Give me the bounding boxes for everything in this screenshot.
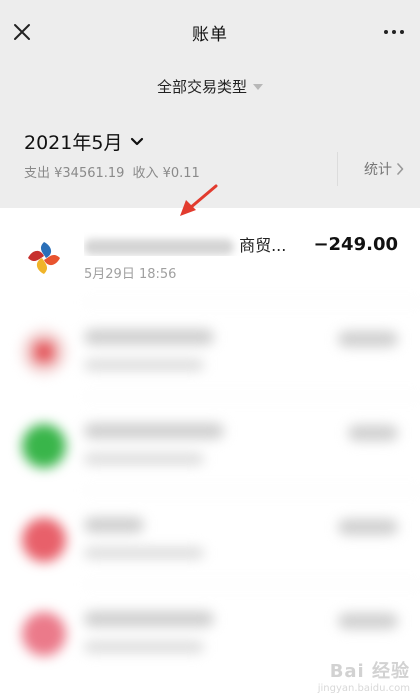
month-selector[interactable]: 2021年5月 <box>24 128 144 155</box>
expense-total: 支出 ¥34561.19 <box>24 166 125 181</box>
transaction-datetime: 5月29日 18:56 <box>84 267 177 282</box>
transaction-amount <box>348 422 398 443</box>
transaction-list: 商贸... 5月29日 18:56 −249.00 <box>0 208 420 700</box>
transaction-merchant <box>84 420 294 439</box>
transaction-row[interactable] <box>0 396 420 490</box>
month-summary: 支出 ¥34561.19 收入 ¥0.11 <box>24 162 200 181</box>
transaction-row[interactable] <box>0 490 420 584</box>
bill-page: 账单 全部交易类型 2021年5月 支出 ¥34561.19 收入 ¥0.11 … <box>0 0 420 700</box>
income-total: 收入 ¥0.11 <box>132 166 200 181</box>
transaction-datetime <box>84 451 204 466</box>
transaction-datetime <box>84 357 204 372</box>
blurred-merchant-name <box>84 238 234 255</box>
merchant-avatar-icon <box>22 518 66 562</box>
nav-bar: 账单 <box>0 8 420 56</box>
filter-label: 全部交易类型 <box>156 77 247 96</box>
transaction-amount: −249.00 <box>313 234 398 255</box>
merchant-avatar-icon <box>22 612 66 656</box>
merchant-avatar-icon <box>22 330 66 374</box>
transaction-amount <box>338 516 398 537</box>
statistics-label: 统计 <box>364 162 392 178</box>
month-section: 2021年5月 支出 ¥34561.19 收入 ¥0.11 统计 <box>0 116 420 204</box>
transaction-datetime <box>84 639 204 654</box>
chevron-down-icon <box>131 137 144 145</box>
transaction-amount <box>338 610 398 631</box>
watermark-logo: Bai 经验 <box>329 661 410 682</box>
filter-row: 全部交易类型 <box>0 56 420 116</box>
transaction-merchant <box>84 608 294 627</box>
status-bar <box>0 0 420 8</box>
transaction-merchant <box>84 326 294 345</box>
more-dots-icon[interactable] <box>382 22 406 42</box>
chevron-right-icon <box>397 163 404 175</box>
transaction-amount <box>338 328 398 349</box>
page-title: 账单 <box>192 24 228 45</box>
caret-down-icon <box>253 84 263 90</box>
transaction-merchant <box>84 514 294 533</box>
statistics-button[interactable]: 统计 <box>337 152 404 186</box>
merchant-logo-icon <box>22 236 66 280</box>
transaction-row[interactable]: 商贸... 5月29日 18:56 −249.00 <box>0 208 420 302</box>
month-label: 2021年5月 <box>24 132 123 154</box>
watermark-url: jingyan.baidu.com <box>317 683 410 694</box>
transaction-row[interactable] <box>0 302 420 396</box>
watermark: Bai 经验 jingyan.baidu.com <box>318 657 410 694</box>
merchant-name-visible: 商贸... <box>239 236 287 255</box>
transaction-merchant: 商贸... <box>84 232 294 256</box>
transaction-datetime <box>84 545 204 560</box>
transaction-type-filter[interactable]: 全部交易类型 <box>157 76 263 97</box>
merchant-avatar-icon <box>22 424 66 468</box>
close-icon[interactable] <box>10 20 34 44</box>
